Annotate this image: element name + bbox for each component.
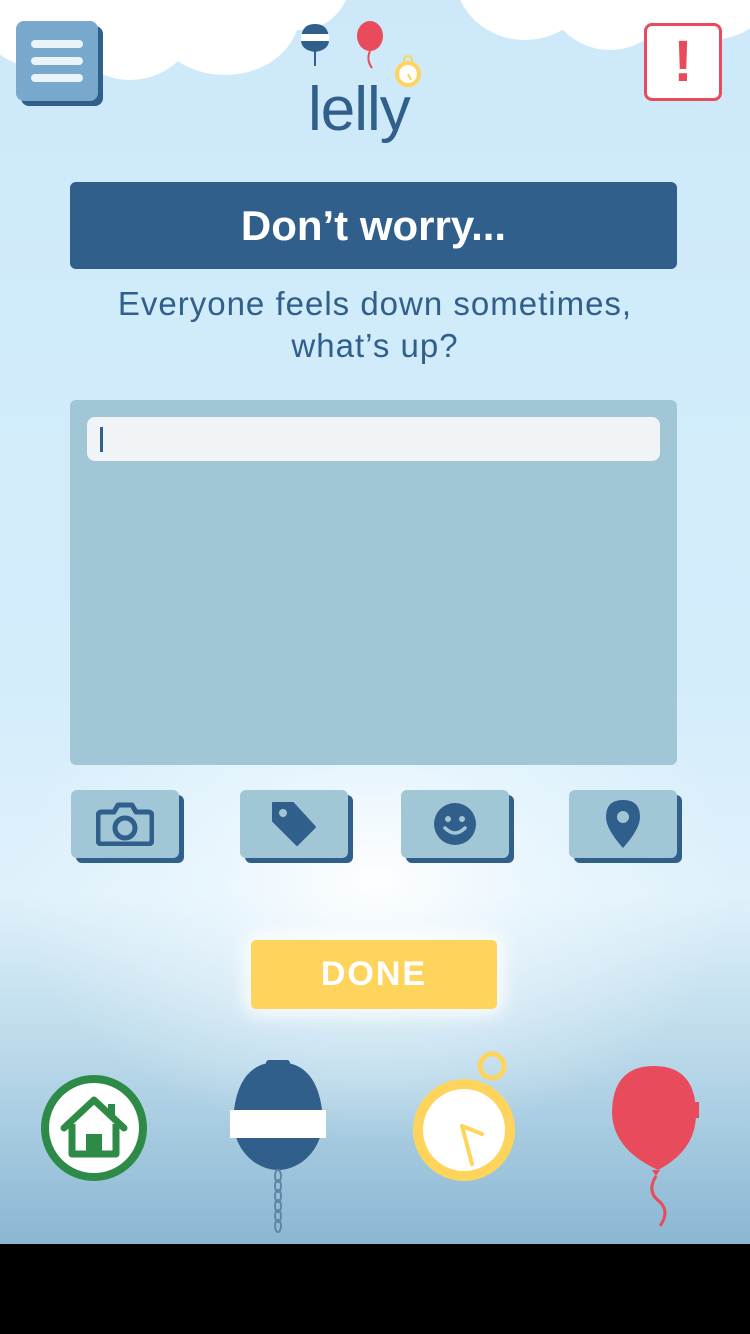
note-input[interactable] bbox=[87, 417, 660, 461]
note-input-wrapper bbox=[87, 417, 660, 461]
smiley-icon bbox=[434, 803, 476, 845]
stopwatch-icon bbox=[413, 1051, 515, 1181]
alert-button[interactable]: ! bbox=[644, 23, 722, 101]
location-pin-icon bbox=[606, 800, 640, 848]
screen: lelly ! Don’t worry... Everyone feels do… bbox=[0, 0, 750, 1244]
nav-stopwatch[interactable] bbox=[410, 1050, 522, 1189]
text-caret bbox=[100, 427, 103, 452]
buoy-icon bbox=[230, 1060, 326, 1233]
app-logo: lelly bbox=[300, 18, 450, 158]
note-panel[interactable] bbox=[70, 400, 677, 765]
menu-icon-line bbox=[31, 57, 83, 65]
logo-text: lelly bbox=[308, 75, 411, 144]
subtitle-line-2: what’s up? bbox=[291, 327, 459, 364]
location-button[interactable] bbox=[569, 790, 677, 858]
camera-icon bbox=[96, 802, 154, 846]
tag-icon bbox=[272, 802, 316, 846]
balloon-icon bbox=[612, 1066, 699, 1227]
page-title: Don’t worry... bbox=[70, 182, 677, 269]
done-button[interactable]: DONE bbox=[251, 940, 497, 1009]
nav-balloon[interactable] bbox=[608, 1064, 704, 1235]
subtitle-line-1: Everyone feels down sometimes, bbox=[117, 285, 633, 322]
menu-icon-line bbox=[31, 40, 83, 48]
menu-button[interactable] bbox=[16, 21, 98, 101]
mood-button[interactable] bbox=[401, 790, 509, 858]
tag-button[interactable] bbox=[240, 790, 348, 858]
menu-icon-line bbox=[31, 74, 83, 82]
camera-button[interactable] bbox=[71, 790, 179, 858]
home-icon bbox=[41, 1075, 147, 1181]
nav-home[interactable] bbox=[40, 1074, 148, 1187]
page-subtitle: Everyone feels down sometimes, what’s up… bbox=[60, 283, 690, 367]
nav-buoy[interactable] bbox=[226, 1058, 330, 1239]
